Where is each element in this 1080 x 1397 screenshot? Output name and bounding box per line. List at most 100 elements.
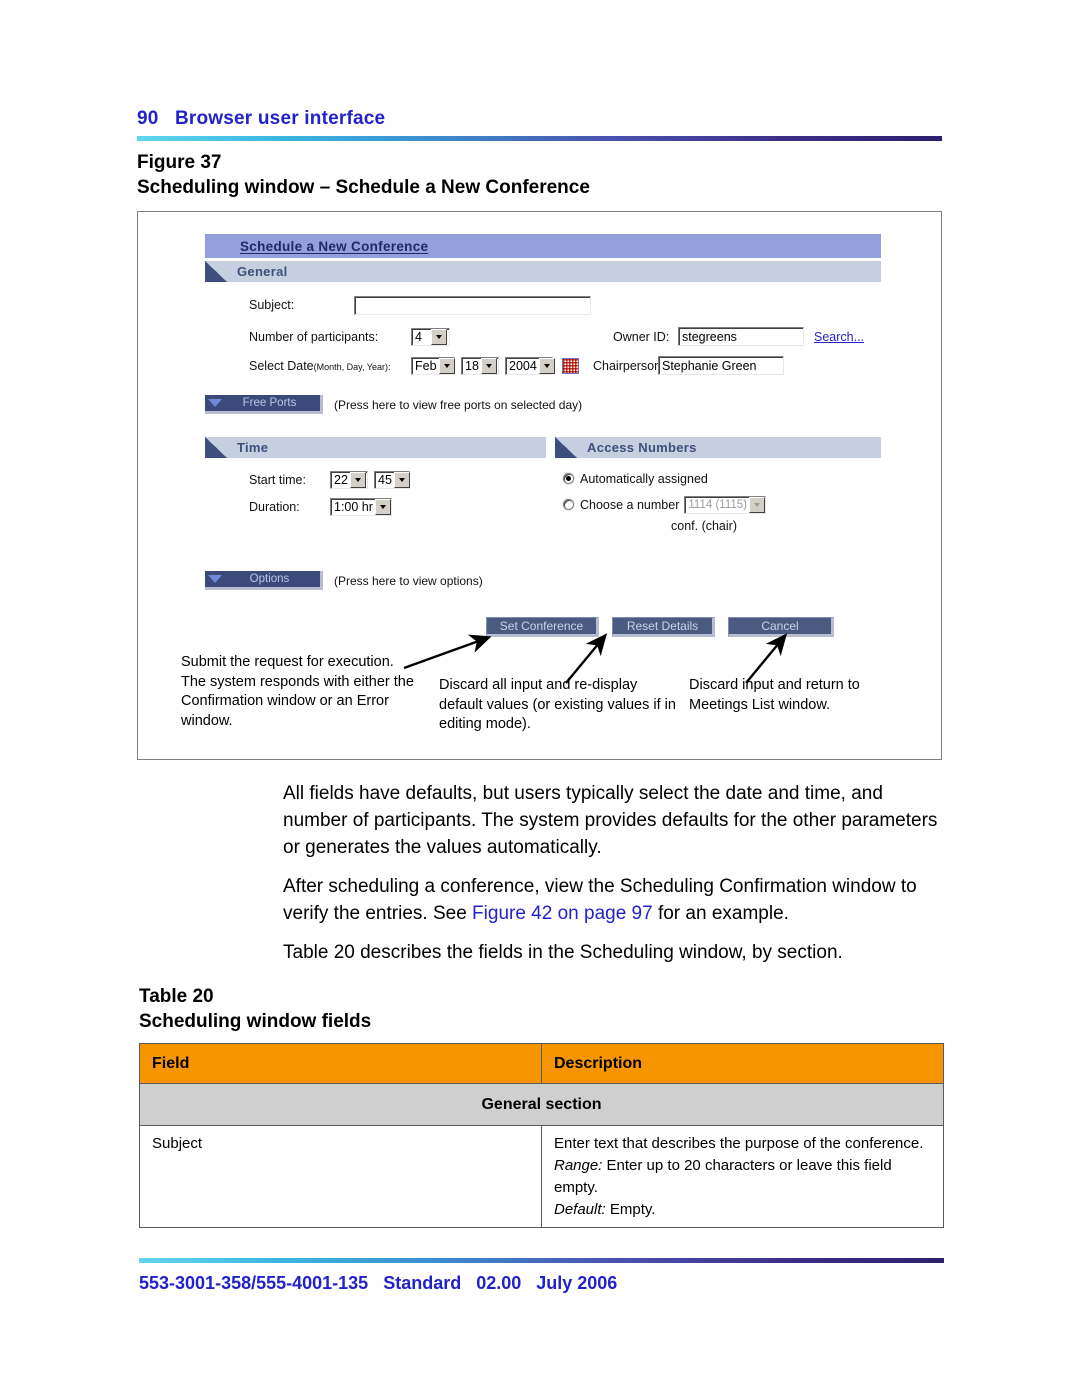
range-label: Range:: [554, 1157, 603, 1175]
options-label: Options: [249, 573, 290, 585]
access-fields: Automatically assigned Choose a number 1…: [555, 468, 881, 533]
participants-value: 4: [415, 329, 422, 344]
subject-label: Subject:: [249, 298, 295, 312]
date-day-value: 18: [465, 358, 479, 373]
participants-label: Number of participants:: [249, 329, 379, 344]
date-year-select[interactable]: 2004: [505, 356, 555, 375]
chevron-down-icon: [349, 472, 366, 488]
free-ports-label: Free Ports: [242, 397, 297, 409]
free-ports-button[interactable]: Free Ports: [205, 395, 323, 414]
paragraph-2-after: for an example.: [652, 902, 789, 924]
subject-row: Subject:: [249, 294, 881, 316]
time-access-bars: Time Access Numbers: [205, 437, 881, 458]
section-label-time: Time: [237, 440, 269, 455]
table-section-label: General section: [139, 1083, 944, 1127]
duration-label: Duration:: [249, 500, 300, 514]
chevron-down-icon: [374, 499, 391, 515]
auto-assigned-label: Automatically assigned: [580, 471, 708, 486]
figure-title: Scheduling window – Schedule a New Confe…: [137, 177, 590, 199]
figure-42-xref-link[interactable]: Figure 42 on page 97: [472, 903, 653, 924]
choose-number-select[interactable]: 1114 (1115): [684, 495, 767, 514]
scheduling-fields-table: Field Description General section Subjec…: [139, 1042, 944, 1229]
figure-frame: Schedule a New Conference General Subjec…: [137, 211, 942, 760]
start-hour-value: 22: [334, 473, 348, 487]
cancel-button[interactable]: Cancel: [728, 617, 834, 637]
callout-reset-details: Discard all input and re-display default…: [439, 677, 676, 733]
column-header-description: Description: [541, 1042, 944, 1085]
callout-cancel: Discard input and return to Meetings Lis…: [689, 677, 860, 713]
options-hint: (Press here to view options): [334, 573, 483, 588]
search-link[interactable]: Search...: [814, 330, 864, 344]
chevron-down-icon: [748, 496, 765, 513]
duration-row: Duration: 1:00 hr: [249, 495, 555, 519]
start-time-row: Start time: 22 45: [249, 468, 555, 492]
header-rule: [137, 136, 942, 141]
owner-id-input[interactable]: stegreens: [678, 327, 804, 346]
section-triangle-icon: [205, 437, 227, 458]
start-minute-value: 45: [378, 473, 392, 487]
duration-select[interactable]: 1:00 hr: [330, 498, 392, 516]
table-row: Subject Enter text that describes the pu…: [139, 1125, 944, 1229]
action-buttons: Set Conference Reset Details Cancel: [205, 617, 881, 637]
chevron-down-icon: [205, 575, 225, 583]
section-bar-time: Time: [205, 437, 546, 458]
paragraph-2-text: After scheduling a conference, view the …: [283, 874, 948, 928]
choose-number-caption: conf. (chair): [671, 519, 737, 533]
section-bar-general: General: [205, 261, 881, 282]
range-value: Enter up to 20 characters or leave this …: [554, 1157, 892, 1196]
section-label-access-numbers: Access Numbers: [587, 440, 697, 455]
table-header-row: Field Description: [139, 1042, 944, 1085]
default-label: Default:: [554, 1200, 606, 1218]
chevron-down-icon: [480, 357, 497, 374]
reset-details-button[interactable]: Reset Details: [612, 617, 715, 637]
footer-text: 553-3001-358/555-4001-135 Standard 02.00…: [139, 1273, 618, 1293]
participants-select[interactable]: 4: [411, 327, 450, 346]
start-hour-select[interactable]: 22: [330, 471, 368, 489]
set-conference-button[interactable]: Set Conference: [486, 617, 599, 637]
chairperson-label: Chairperson:: [593, 358, 665, 373]
subject-input[interactable]: [354, 295, 591, 315]
date-month-select[interactable]: Feb: [411, 356, 455, 375]
chairperson-input[interactable]: Stephanie Green: [658, 356, 784, 375]
date-day-select[interactable]: 18: [461, 356, 499, 375]
window-title-text: Schedule a New Conference: [240, 238, 429, 254]
date-month-value: Feb: [415, 358, 437, 373]
column-header-field: Field: [139, 1042, 542, 1085]
row-field-subject: Subject: [139, 1125, 542, 1229]
callout-set-conference: Submit the request for execution. The sy…: [181, 654, 414, 730]
calendar-icon[interactable]: [562, 357, 579, 374]
choose-number-radio[interactable]: [563, 499, 574, 510]
table-section-row: General section: [139, 1083, 944, 1127]
running-head: 90 Browser user interface: [137, 108, 386, 129]
participants-owner-row: Number of participants: 4 Owner ID: steg…: [249, 323, 881, 350]
time-fields: Start time: 22 45 Duration: 1:00 hr: [205, 468, 555, 533]
choose-number-label: Choose a number: [580, 497, 680, 512]
description-default: Default: Empty.: [554, 1199, 931, 1221]
chevron-down-icon: [438, 357, 455, 374]
date-chairperson-row: Select Date(Month, Day, Year): Feb 18 20…: [249, 352, 881, 379]
table-title: Scheduling window fields: [139, 1011, 372, 1033]
duration-value: 1:00 hr: [334, 500, 373, 514]
page-header: 90 Browser user interface: [137, 108, 942, 141]
figure-caption: Figure 37 Scheduling window – Schedule a…: [137, 150, 947, 200]
free-ports-hint: (Press here to view free ports on select…: [334, 397, 583, 412]
section-label-general: General: [237, 264, 288, 279]
body-paragraph-3: Table 20 describes the fields in the Sch…: [283, 940, 948, 989]
auto-assigned-radio[interactable]: [563, 473, 574, 484]
choose-number-value: 1114 (1115): [688, 498, 747, 511]
start-time-label: Start time:: [249, 473, 306, 487]
chevron-down-icon: [538, 357, 555, 374]
select-date-text: Select Date: [249, 358, 314, 373]
choose-number-row[interactable]: Choose a number 1114 (1115): [555, 493, 881, 516]
start-minute-select[interactable]: 45: [374, 471, 410, 489]
paragraph-3-text: Table 20 describes the fields in the Sch…: [283, 942, 843, 963]
select-date-hint: (Month, Day, Year):: [313, 361, 391, 372]
options-row: Options (Press here to view options): [205, 571, 881, 590]
scheduling-window: Schedule a New Conference General Subjec…: [205, 234, 881, 637]
figure-label: Figure 37: [137, 152, 222, 173]
table-caption: Table 20 Scheduling window fields: [139, 984, 371, 1034]
options-button[interactable]: Options: [205, 571, 323, 590]
general-form: Subject: Number of participants: 4 Owner…: [205, 282, 881, 414]
chevron-down-icon: [431, 328, 447, 345]
auto-assigned-row[interactable]: Automatically assigned: [555, 468, 881, 489]
